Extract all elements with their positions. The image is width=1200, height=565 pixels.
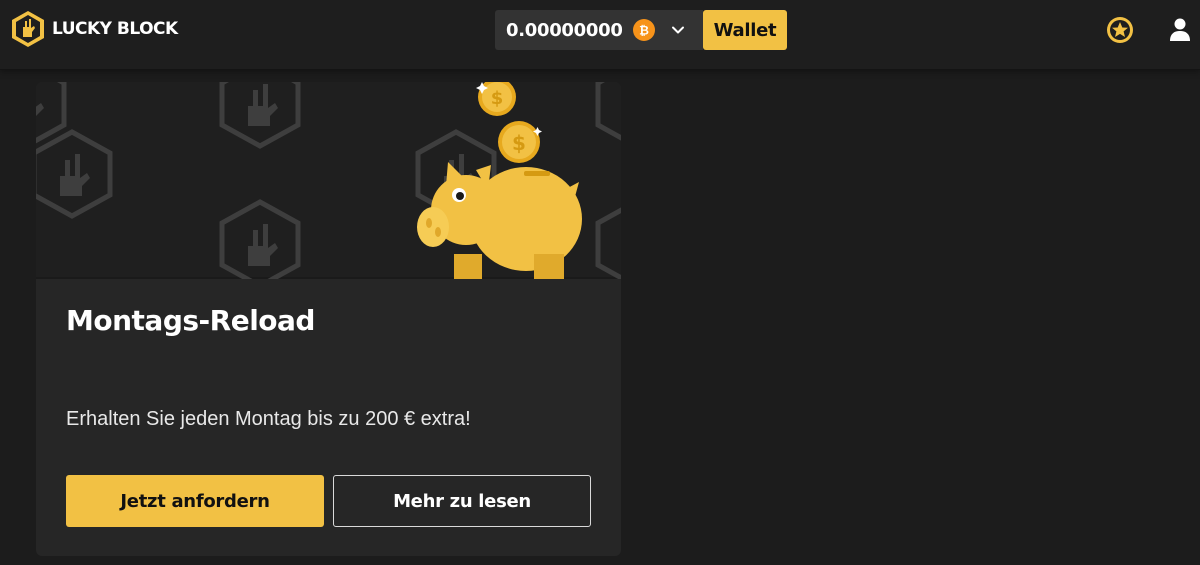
- promo-title: Montags-Reload: [66, 304, 315, 337]
- svg-text:₿: ₿: [639, 24, 649, 38]
- logo-hexagon-icon: [12, 11, 44, 47]
- wallet-group: 0.00000000 ₿ Wallet: [495, 10, 787, 50]
- wallet-button[interactable]: Wallet: [703, 10, 787, 50]
- star-badge-icon[interactable]: [1106, 16, 1134, 44]
- brand-logo[interactable]: LUCKY BLOCK: [10, 10, 178, 48]
- chevron-down-icon: [671, 26, 684, 34]
- read-more-button[interactable]: Mehr zu lesen: [333, 475, 591, 527]
- coin-icon: $: [498, 121, 540, 163]
- svg-text:$: $: [512, 131, 526, 155]
- top-bar: LUCKY BLOCK 0.00000000 ₿ Wallet: [0, 0, 1200, 70]
- promo-description: Erhalten Sie jeden Montag bis zu 200 € e…: [66, 408, 471, 430]
- bitcoin-icon: ₿: [632, 19, 655, 41]
- user-icon[interactable]: [1168, 17, 1192, 43]
- balance-value: 0.00000000: [506, 19, 623, 41]
- piggy-bank-illustration: $ $: [36, 82, 621, 279]
- currency-selector[interactable]: 0.00000000 ₿: [495, 10, 703, 50]
- piggy-bank-icon: [417, 162, 582, 279]
- promo-card: $ $ Montags-Reload Erhalten Sie jeden Mo…: [36, 82, 621, 556]
- brand-name: LUCKY BLOCK: [52, 19, 178, 39]
- claim-button[interactable]: Jetzt anfordern: [66, 475, 324, 527]
- svg-text:$: $: [491, 88, 504, 109]
- promo-hero-image: $ $: [36, 82, 621, 279]
